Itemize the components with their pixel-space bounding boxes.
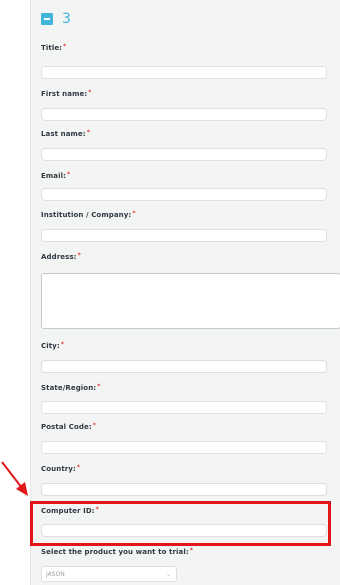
title-label: Title:* xyxy=(41,43,67,52)
country-label: Country:* xyxy=(41,464,81,473)
collapse-button[interactable] xyxy=(41,13,53,25)
institution-input[interactable] xyxy=(41,229,327,242)
state-label: State/Region:* xyxy=(41,383,101,392)
last-name-label: Last name:* xyxy=(41,129,90,138)
required-asterisk: * xyxy=(88,89,92,96)
title-input[interactable] xyxy=(41,66,327,79)
postal-code-label: Postal Code:* xyxy=(41,422,96,431)
first-name-input[interactable] xyxy=(41,108,327,121)
email-input[interactable] xyxy=(41,188,327,201)
required-asterisk: * xyxy=(76,464,81,471)
required-asterisk: * xyxy=(60,341,64,348)
required-asterisk: * xyxy=(97,383,101,390)
state-input[interactable] xyxy=(41,401,327,414)
minus-icon xyxy=(44,18,50,20)
postal-code-input[interactable] xyxy=(41,441,327,454)
section-number: 3 xyxy=(62,11,71,27)
required-asterisk: * xyxy=(67,171,71,178)
address-label: Address:* xyxy=(41,252,81,261)
arrow-icon xyxy=(1,461,28,496)
first-name-label: First name:* xyxy=(41,89,92,98)
required-asterisk: * xyxy=(86,129,90,136)
country-input[interactable] xyxy=(41,483,327,496)
product-select[interactable]: JASON ⌄ xyxy=(41,566,177,582)
city-input[interactable] xyxy=(41,360,327,373)
highlight-box xyxy=(30,501,331,546)
email-label: Email:* xyxy=(41,171,71,180)
required-asterisk: * xyxy=(189,547,193,554)
required-asterisk: * xyxy=(132,210,136,217)
product-label: Select the product you want to trial:* xyxy=(41,547,193,556)
institution-label: Institution / Company:* xyxy=(41,210,136,219)
section-header: 3 xyxy=(41,12,71,26)
required-asterisk: * xyxy=(77,252,81,259)
form-panel: 3 Title:* First name:* Last name:* Email… xyxy=(30,0,340,585)
required-asterisk: * xyxy=(63,43,67,50)
product-select-value: JASON xyxy=(46,571,65,578)
last-name-input[interactable] xyxy=(41,148,327,161)
chevron-down-icon: ⌄ xyxy=(165,571,171,578)
city-label: City:* xyxy=(41,341,64,350)
address-textarea[interactable] xyxy=(41,273,340,329)
required-asterisk: * xyxy=(92,422,96,429)
